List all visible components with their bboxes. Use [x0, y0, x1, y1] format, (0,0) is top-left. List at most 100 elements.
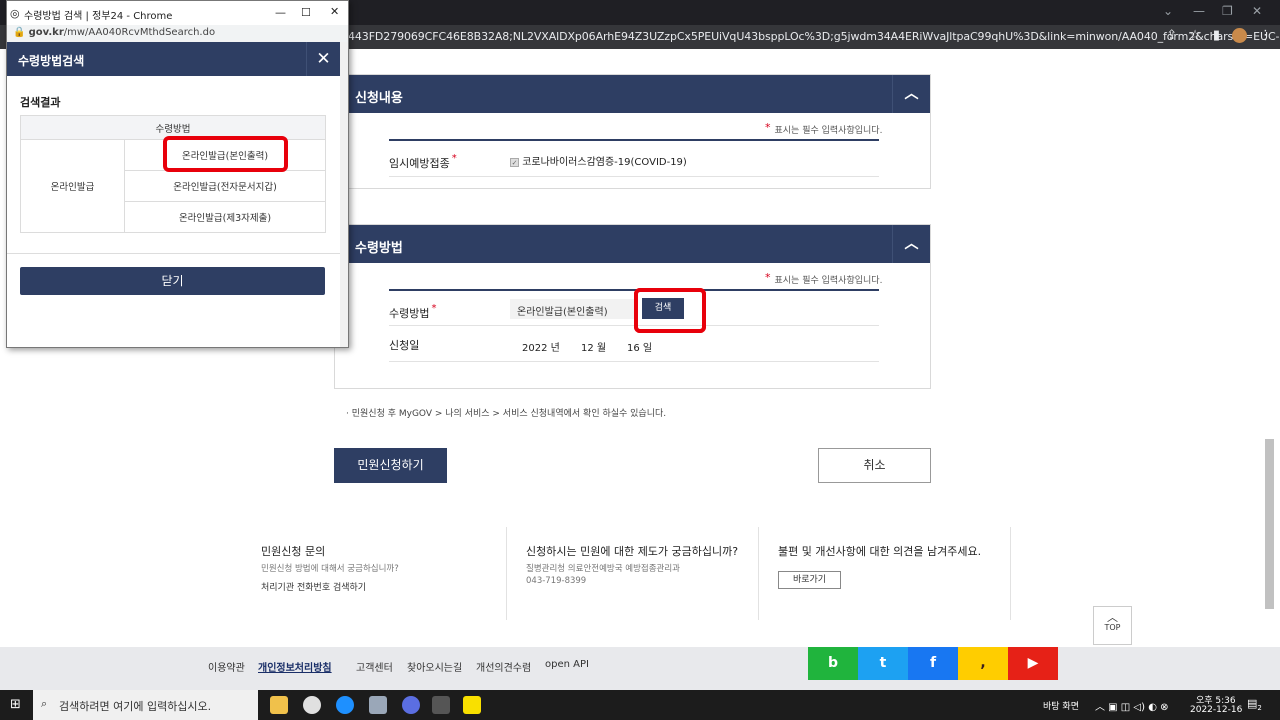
date-label: 신청일: [389, 339, 420, 352]
section-header: 신청내용 ︿: [335, 75, 930, 113]
restore-icon[interactable]: ❐: [1222, 4, 1233, 18]
maximize-icon[interactable]: ☐: [301, 6, 311, 19]
divider: [389, 139, 879, 141]
method-label: 수령방법 *: [389, 303, 437, 320]
highlight-option: [163, 136, 288, 172]
popup-titlebar: ◎ 수령방법 검색 | 정부24 - Chrome — ☐ ✕: [7, 1, 348, 25]
share-icon[interactable]: ⇪: [1166, 28, 1177, 43]
shortcut-button[interactable]: 바로가기: [778, 571, 841, 589]
result-table: 수령방법 온라인발급 온라인발급(본인출력) 온라인발급(전자문서지갑) 온라인…: [20, 115, 326, 233]
url-text[interactable]: 443FD279069CFC46E8B32A8;NL2VXAlDXp06ArhE…: [348, 30, 1280, 43]
feedback-link[interactable]: 개선의견수렴: [476, 659, 531, 674]
required-note: * 표시는 필수 입력사항입니다.: [765, 121, 883, 136]
page-scrollbar-thumb[interactable]: [1265, 439, 1274, 609]
kakaotalk-icon[interactable]: [463, 696, 481, 714]
facebook-icon[interactable]: f: [908, 647, 958, 680]
divider: [1010, 527, 1011, 620]
field-label: 임시예방접종 *: [389, 153, 457, 170]
chevron-up-icon[interactable]: ︿: [892, 75, 930, 113]
close-icon[interactable]: ✕: [306, 42, 340, 76]
popup-address-bar[interactable]: 🔒 gov.kr/mw/AA040RcvMthdSearch.do: [7, 25, 348, 42]
divider: [389, 361, 879, 362]
covid-checkbox[interactable]: ✓ 코로나바이러스감염증-19(COVID-19): [510, 153, 687, 168]
date-day: 16 일: [627, 343, 653, 354]
divider: [389, 176, 879, 177]
privacy-link[interactable]: 개인정보처리방침: [258, 659, 332, 674]
section-receive-method: 수령방법 ︿ * 표시는 필수 입력사항입니다. 수령방법 * 온라인발급(본인출력…: [334, 224, 931, 389]
popup-scrollbar[interactable]: [340, 42, 348, 347]
tray-desktop-label[interactable]: 바탕 화면: [1043, 699, 1079, 712]
chrome-taskbar-icon[interactable]: [303, 696, 321, 714]
date-year: 2022 년: [522, 343, 560, 354]
open-api-link[interactable]: open API: [545, 659, 589, 670]
notice-text: · 민원신청 후 MyGOV > 나의 서비스 > 서비스 신청내역에서 확인 …: [346, 409, 667, 419]
close-button[interactable]: 닫기: [20, 267, 325, 295]
option-third-party[interactable]: 온라인발급(제3자제출): [124, 201, 326, 233]
chrome-icon: ◎: [10, 7, 20, 20]
result-title: 검색결과: [20, 96, 61, 109]
app-icon[interactable]: [402, 696, 420, 714]
date-month: 12 월: [581, 343, 607, 354]
customer-center-link[interactable]: 고객센터: [356, 659, 393, 674]
footer-col1-sub: 민원신청 방법에 대해서 궁금하십니까?: [261, 564, 399, 574]
twitter-icon[interactable]: t: [858, 647, 908, 680]
file-explorer-icon[interactable]: [270, 696, 288, 714]
menu-kebab-icon[interactable]: ⋮: [1259, 28, 1272, 43]
close-window-icon[interactable]: ✕: [330, 5, 339, 18]
chevron-up-icon[interactable]: ︿: [892, 225, 930, 263]
sidepanel-icon[interactable]: ▮: [1213, 28, 1220, 43]
divider: [506, 527, 507, 620]
settings-icon[interactable]: [432, 696, 450, 714]
submit-button[interactable]: 민원신청하기: [334, 448, 447, 483]
search-icon: ⌕: [41, 697, 48, 710]
youtube-icon[interactable]: ▶: [1008, 647, 1058, 680]
popup-window-title: 수령방법 검색 | 정부24 - Chrome: [24, 11, 173, 22]
blog-icon[interactable]: b: [808, 647, 858, 680]
kakao-icon[interactable]: ,: [958, 647, 1008, 680]
divider: [7, 253, 340, 254]
popup-title: 수령방법검색: [18, 54, 85, 68]
popup-window: ◎ 수령방법 검색 | 정부24 - Chrome — ☐ ✕ 🔒 gov.kr…: [6, 0, 349, 348]
notification-icon[interactable]: ▤2: [1247, 697, 1262, 712]
taskbar-search[interactable]: ⌕ 검색하려면 여기에 입력하십시오.: [33, 690, 258, 720]
footer-col3-title: 불편 및 개선사항에 대한 의견을 남겨주세요.: [778, 545, 982, 558]
phone-search-link[interactable]: 처리기관 전화번호 검색하기: [261, 580, 366, 593]
highlight-search-button: [634, 288, 706, 333]
footer-col2-phone: 043-719-8399: [526, 576, 587, 586]
popup-header: 수령방법검색 ✕: [7, 42, 340, 76]
ie-icon[interactable]: [336, 696, 354, 714]
lock-icon: 🔒: [13, 27, 26, 38]
bottom-link-bar: 이용약관 개인정보처리방침 고객센터 찾아오시는길 개선의견수렴 open AP…: [0, 647, 1280, 690]
divider: [758, 527, 759, 620]
directions-link[interactable]: 찾아오시는길: [407, 659, 462, 674]
close-window-icon[interactable]: ✕: [1252, 4, 1262, 18]
section-title: 수령방법: [355, 241, 403, 256]
section-title: 신청내용: [355, 91, 403, 106]
minimize-icon[interactable]: —: [275, 6, 286, 19]
option-e-wallet[interactable]: 온라인발급(전자문서지갑): [124, 170, 326, 202]
section-application: 신청내용 ︿ * 표시는 필수 입력사항입니다. 임시예방접종 * ✓ 코로나바이러…: [334, 74, 931, 189]
search-placeholder: 검색하려면 여기에 입력하십시오.: [59, 700, 212, 713]
minimize-icon[interactable]: ⌄: [1163, 4, 1173, 18]
footer-col2-sub: 질병관리청 의료안전예방국 예방접종관리과: [526, 564, 680, 574]
bookmark-star-icon[interactable]: ☆: [1189, 28, 1201, 43]
checkbox-icon[interactable]: ✓: [510, 158, 519, 167]
url-path: /mw/AA040RcvMthdSearch.do: [63, 27, 216, 38]
minimize-window-icon[interactable]: —: [1193, 4, 1205, 18]
windows-start-icon[interactable]: ⊞: [10, 697, 21, 712]
clock-date[interactable]: 2022-12-16: [1190, 705, 1242, 715]
taskbar: ⊞ ⌕ 검색하려면 여기에 입력하십시오. 바탕 화면 ︿ ▣ ◫ ◁) ◐ ⊗…: [0, 690, 1280, 720]
cancel-button[interactable]: 취소: [818, 448, 931, 483]
footer-col1-title: 민원신청 문의: [261, 545, 326, 558]
app-icon[interactable]: [369, 696, 387, 714]
tray-icons[interactable]: ︿ ▣ ◫ ◁) ◐ ⊗: [1095, 698, 1169, 713]
checkbox-label: 코로나바이러스감염증-19(COVID-19): [522, 157, 687, 168]
top-label: TOP: [1104, 623, 1121, 632]
chevron-up-icon: ︿: [1107, 611, 1118, 624]
top-button[interactable]: ︿ TOP: [1093, 606, 1132, 645]
method-input[interactable]: 온라인발급(본인출력): [510, 299, 635, 319]
terms-link[interactable]: 이용약관: [208, 659, 245, 674]
required-note: * 표시는 필수 입력사항입니다.: [765, 271, 883, 286]
profile-avatar-icon[interactable]: [1232, 28, 1247, 43]
group-cell: 온라인발급: [20, 139, 125, 233]
